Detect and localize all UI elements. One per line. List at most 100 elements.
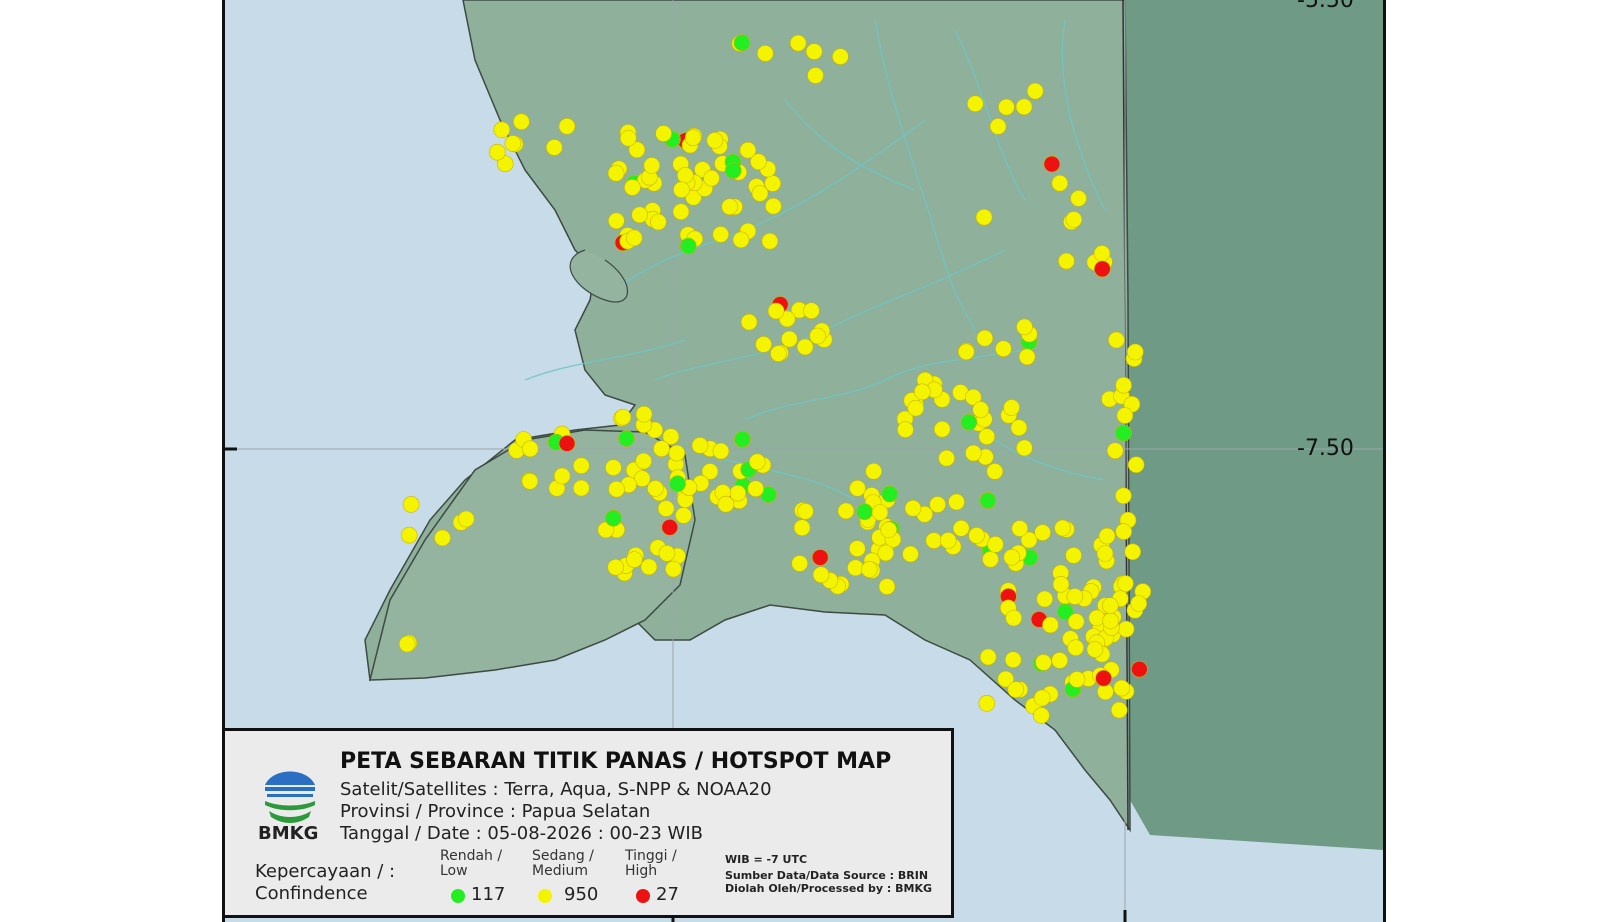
hotspot-medium — [761, 232, 779, 250]
hotspot-high — [1095, 669, 1112, 687]
hotspot-medium — [1051, 652, 1069, 669]
hotspot-medium — [553, 467, 571, 485]
hotspot-medium — [655, 125, 672, 142]
hotspot-medium — [521, 440, 539, 458]
hotspot-medium — [521, 472, 539, 490]
hotspot-medium — [1101, 597, 1119, 614]
hotspot-medium — [1067, 639, 1085, 657]
hotspot-medium — [765, 197, 782, 215]
hotspot-medium — [712, 442, 730, 460]
legend-province: Provinsi / Province : Papua Selatan — [340, 801, 651, 822]
hotspot-medium — [1016, 318, 1033, 336]
hotspot-medium — [1003, 399, 1020, 416]
hotspot-medium — [871, 504, 889, 521]
hotspot-medium — [625, 229, 643, 247]
hotspot-medium — [807, 67, 824, 84]
hotspot-medium — [703, 169, 720, 187]
hotspot-medium — [904, 499, 922, 517]
hotspot-medium — [880, 521, 898, 539]
hotspot-medium — [1110, 701, 1128, 719]
hotspot-medium — [938, 449, 955, 467]
hotspot-medium — [1088, 609, 1106, 627]
hotspot-medium — [1127, 456, 1145, 474]
processed-by-note: Diolah Oleh/Processed by : BMKG — [725, 882, 933, 895]
hotspot-medium — [493, 121, 511, 139]
hotspot-medium — [1070, 190, 1087, 207]
hotspot-medium — [706, 132, 724, 149]
hotspot-low — [881, 485, 899, 503]
hotspot-medium — [797, 502, 814, 520]
hotspot-medium — [1004, 651, 1022, 669]
hotspot-medium — [913, 383, 931, 401]
hotspot-medium — [608, 212, 625, 230]
high-category-label: Tinggi / High — [625, 848, 677, 879]
hotspot-medium — [572, 479, 590, 497]
hotspot-medium — [624, 179, 641, 196]
eastern-landmass — [1125, 0, 1383, 850]
high-dot-icon — [636, 889, 650, 903]
low-count: 117 — [471, 884, 506, 905]
hotspot-medium — [877, 544, 895, 562]
hotspot-medium — [1065, 211, 1083, 228]
hotspot-medium — [605, 459, 622, 476]
hotspot-medium — [434, 529, 451, 547]
hotspot-low — [960, 413, 978, 431]
hotspot-low — [979, 492, 997, 509]
hotspot-medium — [796, 338, 814, 356]
hotspot-medium — [848, 540, 866, 557]
medium-dot-icon — [538, 889, 552, 903]
timezone-note: WIB = -7 UTC — [725, 853, 808, 866]
hotspot-medium — [717, 495, 735, 513]
hotspot-medium — [631, 206, 649, 224]
hotspot-medium — [691, 437, 709, 454]
hotspot-medium — [860, 561, 878, 578]
hotspot-medium — [672, 203, 690, 220]
hotspot-medium — [1086, 641, 1104, 658]
hotspot-medium — [1003, 548, 1021, 566]
hotspot-medium — [982, 550, 999, 568]
hotspot-medium — [968, 527, 985, 544]
medium-category-label: Sedang / Medium — [532, 848, 594, 879]
hotspot-medium — [1096, 545, 1114, 562]
hotspot-medium — [803, 302, 820, 320]
hotspot-medium — [809, 327, 826, 345]
hotspot-medium — [732, 231, 750, 249]
hotspot-medium — [657, 500, 675, 517]
hotspot-medium — [756, 45, 774, 62]
hotspot-medium — [770, 345, 787, 362]
hotspot-medium — [989, 118, 1007, 135]
low-dot-icon — [451, 889, 465, 903]
hotspot-low — [679, 237, 697, 255]
hotspot-medium — [925, 532, 943, 549]
legend-satellites: Satelit/Satellites : Terra, Aqua, S-NPP … — [340, 779, 772, 800]
hotspot-medium — [1115, 376, 1132, 394]
legend-date: Tanggal / Date : 05-08-2026 : 00-23 WIB — [340, 823, 703, 844]
hotspot-medium — [607, 164, 625, 182]
map-legend: BMKG PETA SEBARAN TITIK PANAS / HOTSPOT … — [222, 728, 954, 918]
hotspot-low — [856, 503, 873, 521]
hotspot-medium — [1035, 654, 1052, 671]
hotspot-medium — [684, 129, 702, 146]
hotspot-medium — [676, 167, 694, 184]
hotspot-medium — [1054, 519, 1071, 537]
hotspot-medium — [1007, 681, 1025, 698]
hotspot-low — [734, 430, 751, 448]
hotspot-medium — [1130, 595, 1148, 612]
hotspot-medium — [1015, 98, 1033, 116]
hotspot-medium — [781, 330, 798, 348]
hotspot-medium — [647, 480, 664, 497]
hotspot-medium — [635, 452, 652, 470]
hotspot-medium — [572, 457, 590, 475]
hotspot-medium — [1126, 343, 1144, 361]
hotspot-medium — [976, 329, 994, 347]
hotspot-medium — [847, 559, 864, 577]
hotspot-medium — [488, 143, 506, 161]
hotspot-medium — [398, 635, 416, 653]
hotspot-medium — [608, 480, 625, 498]
hotspot-medium — [558, 118, 576, 135]
hotspot-medium — [504, 135, 522, 152]
hotspot-medium — [939, 532, 957, 549]
hotspot-medium — [987, 536, 1004, 553]
hotspot-medium — [649, 213, 667, 231]
hotspot-medium — [1051, 174, 1069, 192]
